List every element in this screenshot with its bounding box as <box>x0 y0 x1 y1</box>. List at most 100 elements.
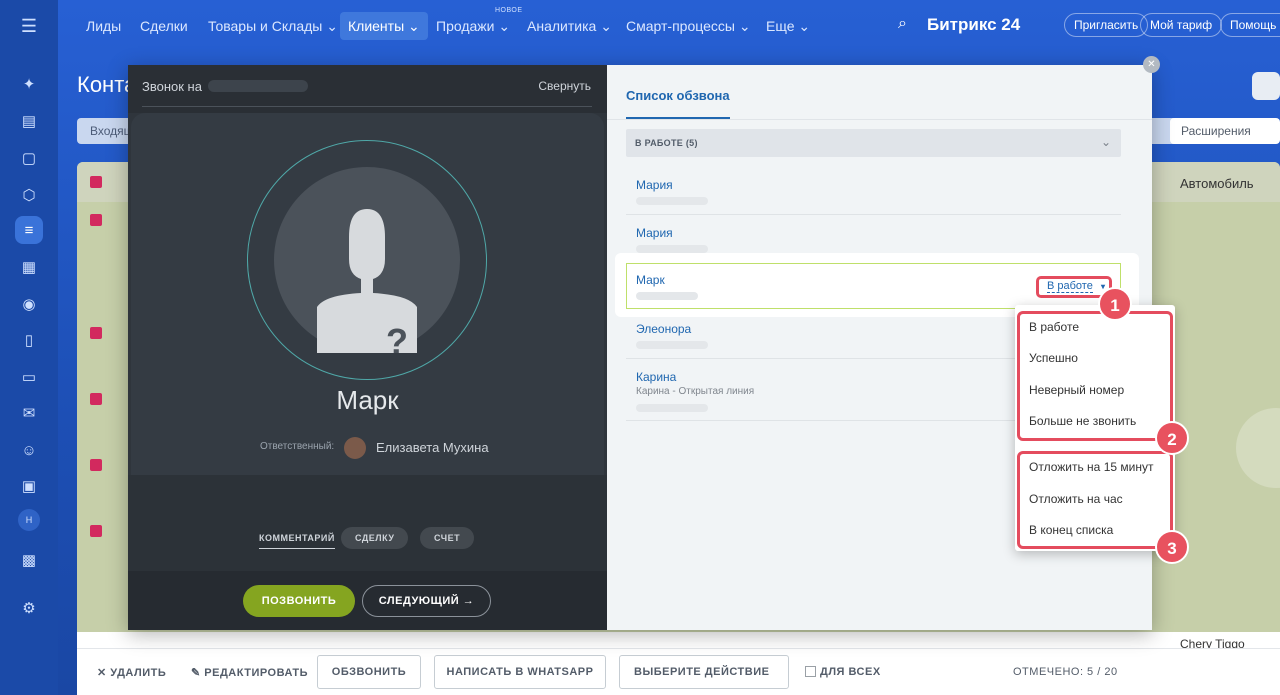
delete-label: УДАЛИТЬ <box>110 667 167 679</box>
help-button[interactable]: Помощь <box>1220 13 1280 37</box>
nav-analytics[interactable]: Аналитика ⌄ <box>519 12 620 40</box>
document-icon[interactable]: ▯ <box>15 326 43 354</box>
tab-deal[interactable]: СДЕЛКУ <box>341 527 409 549</box>
status-label: В работе <box>1047 280 1093 293</box>
collapse-button[interactable]: Свернуть <box>538 79 591 93</box>
list-item[interactable]: Мария <box>626 167 1121 215</box>
contact-name[interactable]: Марк <box>636 273 665 287</box>
group-header[interactable]: В РАБОТЕ (5) ⌄ <box>626 129 1121 157</box>
crm-filter-icon[interactable]: ≡ <box>15 216 43 244</box>
column-header-auto[interactable]: Автомобиль <box>1180 176 1254 191</box>
call-button[interactable]: ПОЗВОНИТЬ <box>243 585 355 617</box>
page-settings-gear-icon[interactable] <box>1252 72 1280 100</box>
caller-name: Марк <box>336 385 399 415</box>
chevron-down-icon: ⌄ <box>326 18 338 34</box>
divider <box>142 106 592 107</box>
contact-name[interactable]: Мария <box>636 178 673 192</box>
for-all-checkbox[interactable] <box>805 666 816 677</box>
blurred-phone <box>636 404 708 412</box>
call-lower-area <box>128 475 607 571</box>
schedule-icon[interactable]: ▩ <box>15 546 43 574</box>
extensions-button[interactable]: Расширения <box>1170 118 1280 144</box>
row-checkbox[interactable] <box>90 214 102 226</box>
bitrix-logo: Битрикс 24 <box>927 15 1021 34</box>
contact-name[interactable]: Мария <box>636 226 673 240</box>
blurred-phone <box>636 292 698 300</box>
menu-item-do-not-call[interactable]: Больше не звонить <box>1029 414 1136 428</box>
presentation-icon[interactable]: ▣ <box>15 472 43 500</box>
call-to-label: Звонок на <box>142 79 202 94</box>
contact-name[interactable]: Элеонора <box>636 322 691 336</box>
menu-item-postpone-15[interactable]: Отложить на 15 минут <box>1029 460 1153 474</box>
chat-icon[interactable]: ▢ <box>15 144 43 172</box>
nav-sales[interactable]: Продажи ⌄ <box>428 12 518 40</box>
call-panel: Звонок на Свернуть ? Марк Ответственный:… <box>128 65 607 630</box>
responsible-avatar <box>344 437 366 459</box>
contact-name[interactable]: Карина <box>636 370 676 384</box>
menu-item-in-work[interactable]: В работе <box>1029 320 1079 334</box>
bottom-action-bar: ✕ УДАЛИТЬ ✎ РЕДАКТИРОВАТЬ ОБЗВОНИТЬ НАПИ… <box>77 648 1280 695</box>
search-icon[interactable]: ⌕ <box>898 15 907 33</box>
responsible-name[interactable]: Елизавета Мухина <box>376 440 489 455</box>
tab-comment[interactable]: КОММЕНТАРИЙ <box>259 527 335 549</box>
nav-leads[interactable]: Лиды <box>78 12 129 40</box>
nav-products[interactable]: Товары и Склады ⌄ <box>200 12 346 40</box>
hexagon-icon[interactable]: ⬡ <box>15 181 43 209</box>
contacts-icon[interactable]: ☺ <box>15 436 43 464</box>
call-out-button[interactable]: ОБЗВОНИТЬ <box>317 655 421 689</box>
unknown-person-avatar: ? <box>274 167 460 367</box>
nav-deals[interactable]: Сделки <box>132 12 196 40</box>
nav-smart-label: Смарт-процессы <box>626 18 735 34</box>
robot-icon[interactable]: ◉ <box>15 290 43 318</box>
settings-gear-icon[interactable]: ⚙ <box>15 594 43 622</box>
next-button[interactable]: СЛЕДУЮЩИЙ → <box>362 585 491 617</box>
menu-item-postpone-hour[interactable]: Отложить на час <box>1029 492 1123 506</box>
blurred-phone <box>636 341 708 349</box>
row-checkbox[interactable] <box>90 525 102 537</box>
tariff-button[interactable]: Мой тариф <box>1140 13 1223 37</box>
whatsapp-button[interactable]: НАПИСАТЬ В WHATSAPP <box>434 655 606 689</box>
group-title: В РАБОТЕ (5) <box>635 138 698 148</box>
nav-more[interactable]: Еще ⌄ <box>758 12 818 40</box>
close-icon[interactable]: ✕ <box>1143 56 1160 73</box>
chevron-down-icon: ⌄ <box>408 18 420 34</box>
delete-button[interactable]: ✕ УДАЛИТЬ <box>97 666 166 679</box>
nav-smart-processes[interactable]: Смарт-процессы ⌄ <box>618 12 759 40</box>
mail-icon[interactable]: ✉ <box>15 399 43 427</box>
row-checkbox[interactable] <box>90 327 102 339</box>
unknown-user-icon: ? <box>317 209 417 367</box>
phone-number-blurred <box>208 80 308 92</box>
nav-sales-label: Продажи <box>436 18 495 34</box>
contact-source: Карина - Открытая линия <box>636 386 755 397</box>
chevron-down-icon: ⌄ <box>498 18 511 34</box>
choose-action-select[interactable]: ВЫБЕРИТЕ ДЕЙСТВИЕ ⌄ <box>619 655 789 689</box>
chevron-down-icon: ⌄ <box>1100 135 1111 149</box>
row-checkbox[interactable] <box>90 393 102 405</box>
for-all-label: ДЛЯ ВСЕХ <box>820 666 881 678</box>
edit-button[interactable]: ✎ РЕДАКТИРОВАТЬ <box>191 666 308 679</box>
menu-item-wrong-number[interactable]: Неверный номер <box>1029 383 1124 397</box>
nav-clients[interactable]: Клиенты ⌄ <box>340 12 428 40</box>
invite-button[interactable]: Пригласить <box>1064 13 1149 37</box>
filter-preset[interactable]: Входящ <box>90 124 134 138</box>
edit-label: РЕДАКТИРОВАТЬ <box>204 667 309 679</box>
step-badge-2: 2 <box>1155 421 1189 455</box>
chevron-down-icon: ⌄ <box>798 18 811 34</box>
select-all-checkbox[interactable] <box>90 176 102 188</box>
menu-item-success[interactable]: Успешно <box>1029 351 1078 365</box>
divider <box>607 119 1152 120</box>
menu-item-end-of-list[interactable]: В конец списка <box>1029 523 1113 537</box>
row-checkbox[interactable] <box>90 459 102 471</box>
user-avatar[interactable]: Н <box>18 509 40 531</box>
nav-analytics-label: Аналитика <box>527 18 597 34</box>
menu-icon[interactable]: ☰ <box>15 12 43 40</box>
blurred-phone <box>636 197 708 205</box>
tab-call-list[interactable]: Список обзвона <box>626 88 730 119</box>
calendar-icon[interactable]: ▦ <box>15 253 43 281</box>
tab-invoice[interactable]: СЧЕТ <box>420 527 475 549</box>
nav-products-label: Товары и Склады <box>208 18 323 34</box>
tasks-icon[interactable]: ▤ <box>15 107 43 135</box>
activity-icon[interactable]: ✦ <box>15 70 43 98</box>
card-icon[interactable]: ▭ <box>15 363 43 391</box>
left-sidebar: ☰ ✦ ▤ ▢ ⬡ ≡ ▦ ◉ ▯ ▭ ✉ ☺ ▣ Н ▩ ⚙ <box>0 0 58 695</box>
